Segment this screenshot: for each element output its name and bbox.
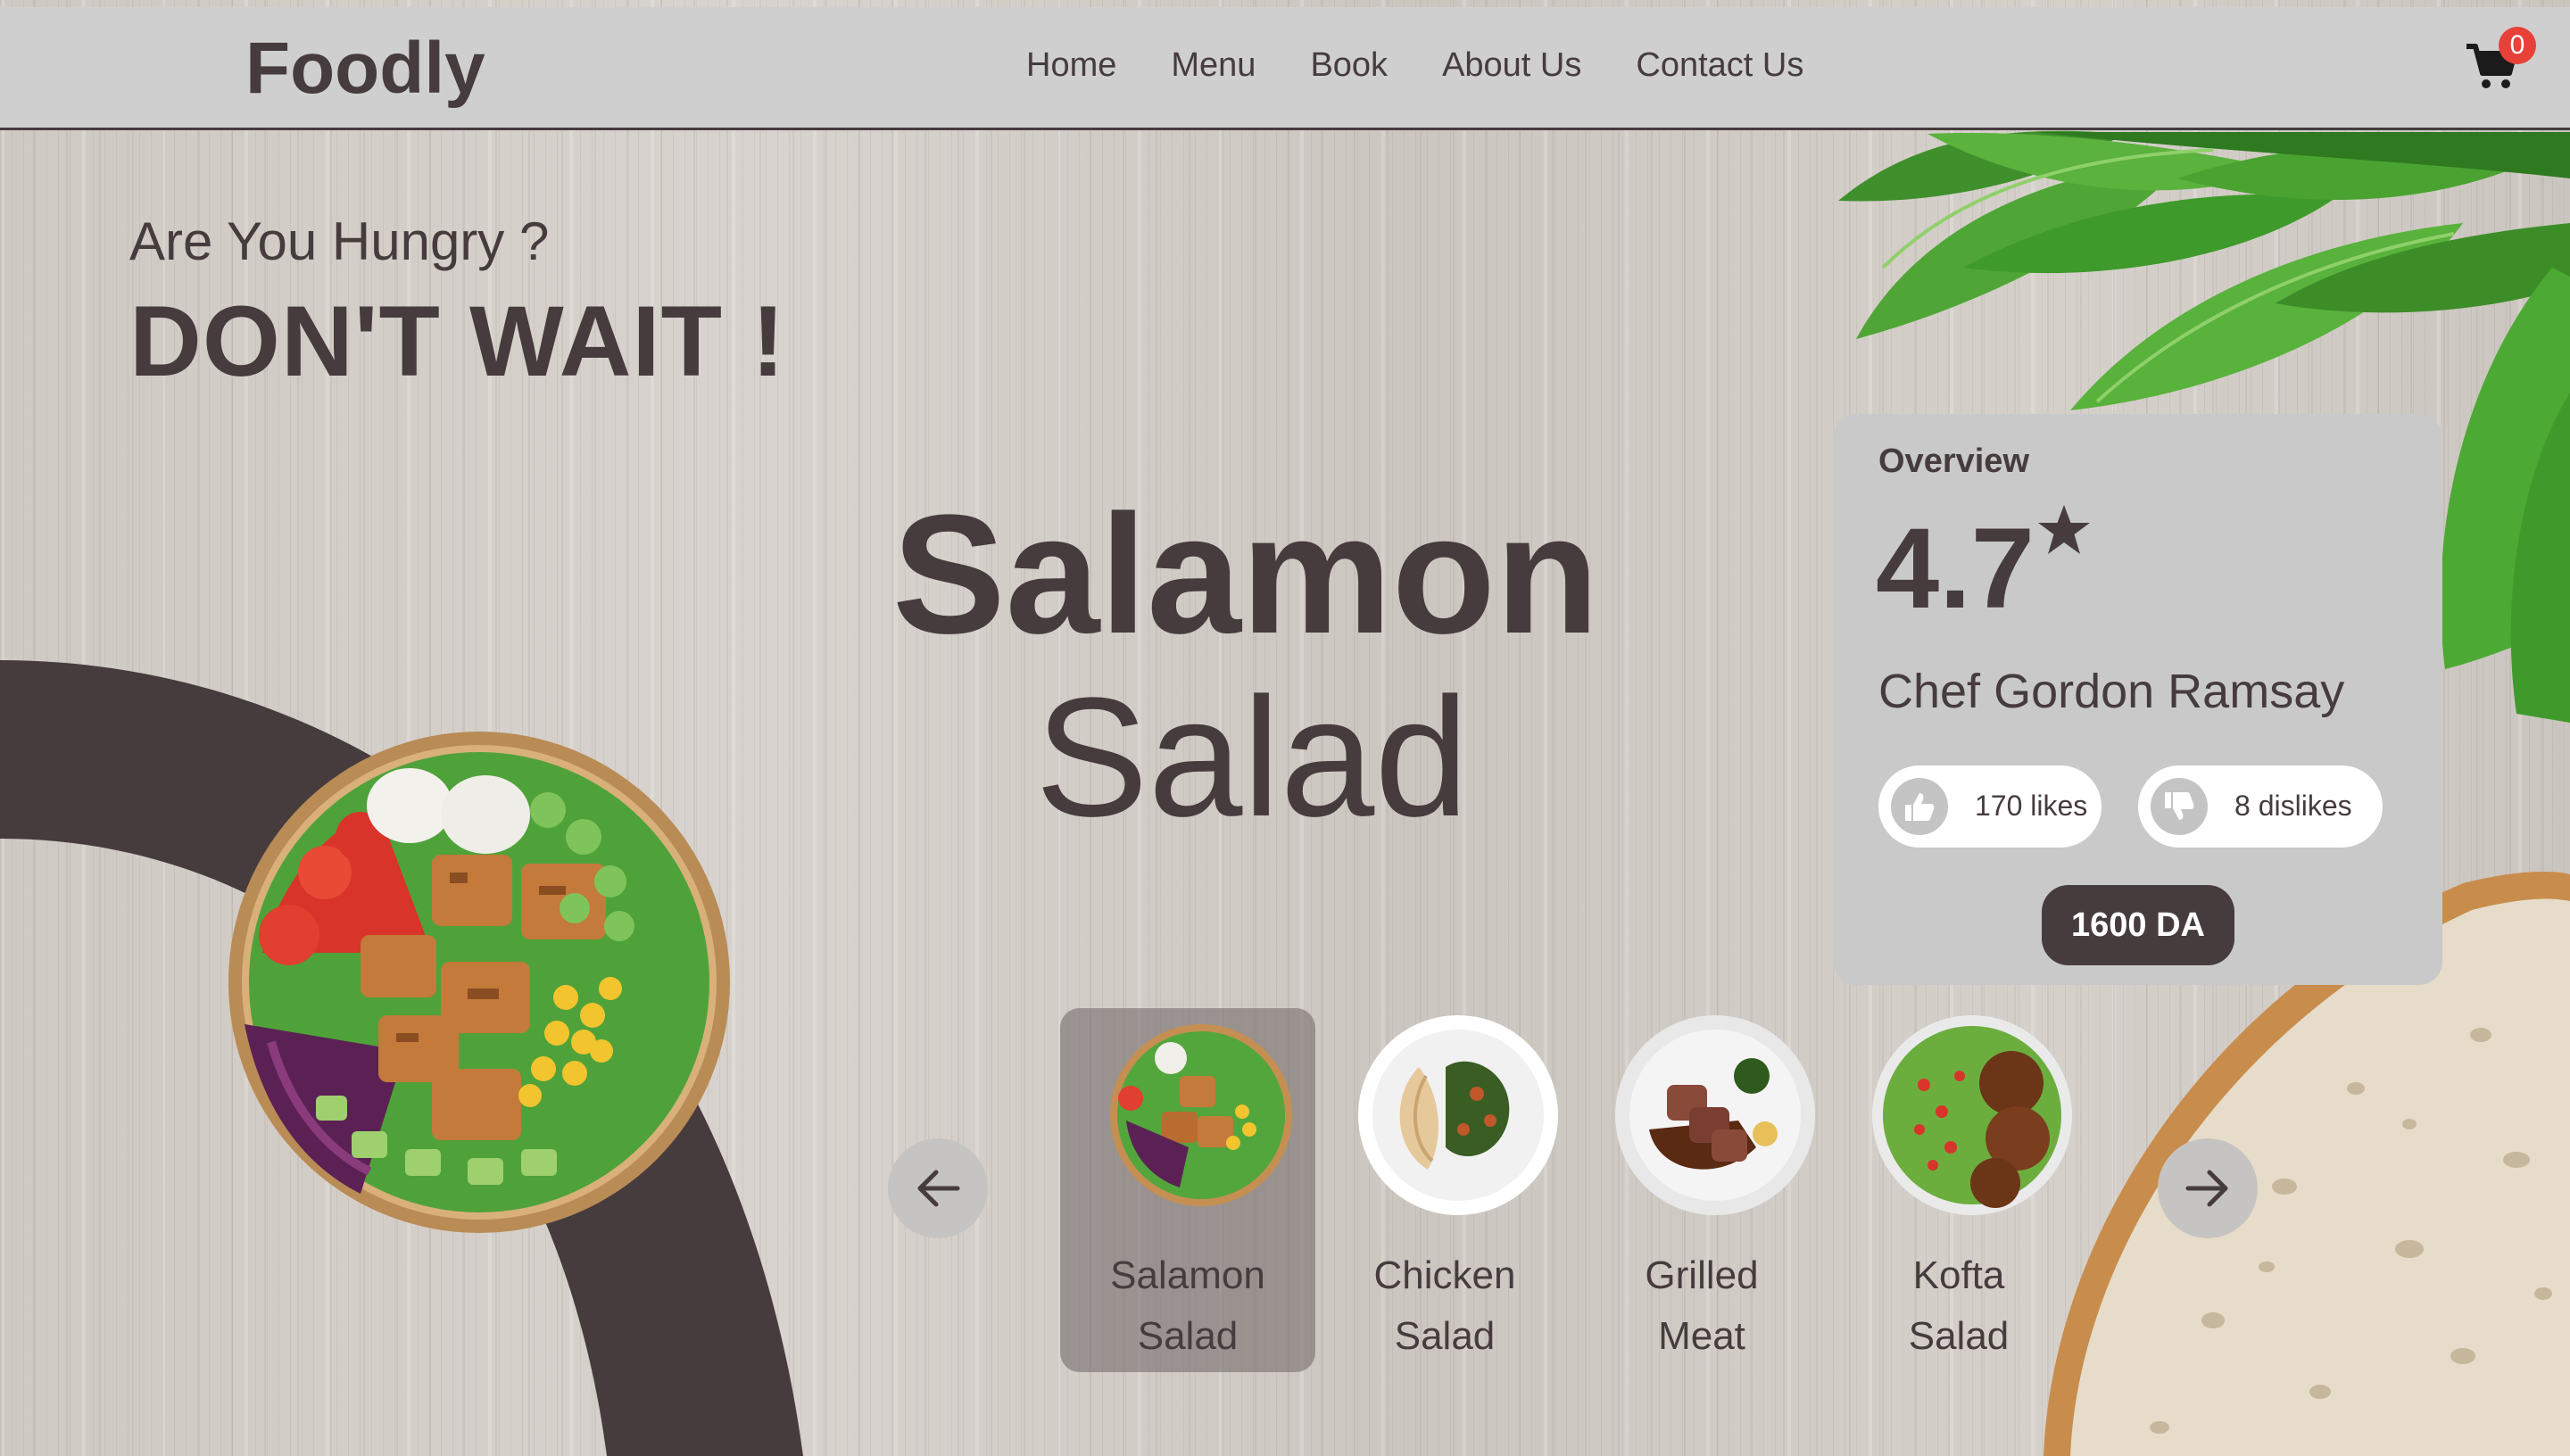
salamon-salad-thumbnail [1110, 1024, 1292, 1206]
item-label-line1: Kofta [1912, 1253, 2005, 1297]
brand-logo[interactable]: Foodly [245, 27, 485, 111]
hero-tagline: Are You Hungry ? [129, 211, 550, 271]
arrow-right-icon [2185, 1170, 2228, 1207]
item-label-line1: Salamon [1110, 1253, 1265, 1297]
carousel-item-kofta-salad[interactable]: Kofta Salad [1831, 1008, 2086, 1372]
item-label-line2: Salad [1394, 1314, 1496, 1358]
overview-card: Overview 4.7 Chef Gordon Ramsay 170 like… [1833, 414, 2442, 985]
dish-title-bold: Salamon [892, 480, 1599, 669]
arrow-left-icon [917, 1170, 960, 1207]
grilled-meat-thumbnail [1615, 1015, 1815, 1215]
chicken-salad-thumbnail [1358, 1015, 1558, 1215]
carousel-item-chicken-salad[interactable]: Chicken Salad [1317, 1008, 1572, 1372]
item-label-line2: Salad [1137, 1314, 1239, 1358]
carousel-item-label: Chicken Salad [1317, 1245, 1572, 1367]
cart-count-badge: 0 [2499, 27, 2536, 64]
chef-name: Chef Gordon Ramsay [1878, 665, 2345, 718]
nav-book[interactable]: Book [1310, 46, 1388, 85]
rating-value: 4.7 [1876, 505, 2035, 633]
dislikes-count: 8 dislikes [2234, 790, 2352, 822]
likes-count: 170 likes [1975, 790, 2088, 822]
price-button[interactable]: 1600 DA [2042, 885, 2234, 965]
dish-title-light: Salad [1035, 663, 1469, 852]
top-navigation-bar: Foodly Home Menu Book About Us Contact U… [0, 7, 2570, 130]
carousel-next-button[interactable] [2158, 1138, 2258, 1238]
carousel-item-grilled-meat[interactable]: Grilled Meat [1574, 1008, 1829, 1372]
likes-button[interactable]: 170 likes [1878, 765, 2102, 848]
thumbs-down-icon [2151, 778, 2208, 835]
item-label-line2: Meat [1658, 1314, 1745, 1358]
carousel-item-label: Grilled Meat [1574, 1245, 1829, 1367]
thumbs-up-icon [1891, 778, 1948, 835]
dislikes-button[interactable]: 8 dislikes [2138, 765, 2383, 848]
salad-bowl-image [228, 732, 730, 1233]
kofta-salad-thumbnail [1872, 1015, 2072, 1215]
carousel-item-label: Salamon Salad [1060, 1245, 1315, 1367]
nav-menu[interactable]: Menu [1171, 46, 1256, 85]
star-icon [2038, 505, 2090, 554]
overview-label: Overview [1878, 443, 2029, 480]
carousel-item-salamon-salad[interactable]: Salamon Salad [1060, 1008, 1315, 1372]
item-label-line1: Chicken [1373, 1253, 1516, 1297]
item-label-line2: Salad [1908, 1314, 2010, 1358]
carousel-item-label: Kofta Salad [1831, 1245, 2086, 1367]
nav-about-us[interactable]: About Us [1442, 46, 1581, 85]
nav-home[interactable]: Home [1026, 46, 1116, 85]
item-label-line1: Grilled [1645, 1253, 1759, 1297]
hero-headline: DON'T WAIT ! [129, 285, 786, 397]
nav-contact-us[interactable]: Contact Us [1636, 46, 1803, 85]
main-nav: Home Menu Book About Us Contact Us [1026, 46, 1858, 85]
carousel-prev-button[interactable] [888, 1138, 988, 1238]
